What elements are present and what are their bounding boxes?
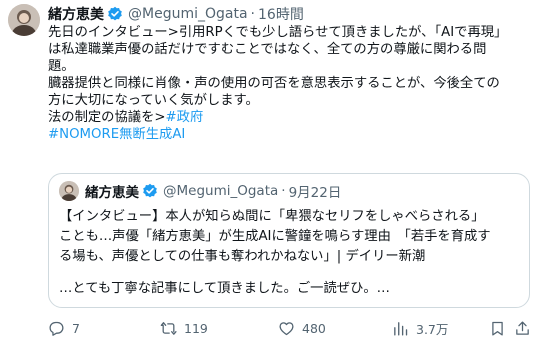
- tweet-header: 緒方恵美 @Megumi_Ogata · 16時間: [48, 3, 304, 25]
- retweet-count: 119: [184, 320, 208, 336]
- bookmark-icon: [492, 321, 503, 336]
- quoted-text-line: ことも…声優「緒方恵美」が生成AIに警鐘を鳴らす理由 「若手を育成す: [59, 229, 491, 244]
- reply-icon: [49, 321, 64, 336]
- tweet-text-line: 臓器提供と同様に肖像・声の使用の可否を意思表示することが、今後全ての: [48, 76, 500, 91]
- like-count: 480: [302, 320, 326, 336]
- quoted-text-line: 【インタビュー】本人が知らぬ間に「卑猥なセリフをしゃべらされる」: [59, 209, 485, 224]
- tweet-text-line: 題。: [48, 59, 75, 74]
- timestamp[interactable]: 16時間: [258, 4, 304, 24]
- reply-count: 7: [72, 320, 80, 336]
- bookmark-button[interactable]: [489, 318, 506, 338]
- quoted-text-line: る場も、声優としての仕事も奪われかねない」| デイリー新潮: [59, 249, 426, 264]
- retweet-icon: [160, 321, 177, 335]
- action-bar: 7 119 480 3.7万: [48, 318, 532, 338]
- share-button[interactable]: [514, 318, 531, 338]
- avatar[interactable]: [8, 4, 40, 36]
- like-button[interactable]: 480: [278, 318, 326, 338]
- quoted-author-handle: @Megumi_Ogata: [163, 183, 279, 199]
- reply-button[interactable]: 7: [48, 318, 80, 338]
- tweet-text-line: 法の制定の協議を>#政府: [48, 109, 532, 126]
- views-icon: [394, 321, 408, 336]
- avatar-image: [8, 4, 40, 36]
- quoted-tweet-text: 【インタビュー】本人が知らぬ間に「卑猥なセリフをしゃべらされる」 ことも…声優「…: [59, 207, 527, 299]
- views-button[interactable]: 3.7万: [392, 318, 448, 338]
- verified-badge-icon: [107, 6, 123, 22]
- retweet-button[interactable]: 119: [160, 318, 208, 338]
- share-icon: [516, 320, 529, 335]
- separator-dot: ·: [250, 6, 255, 22]
- view-count: 3.7万: [416, 321, 449, 337]
- separator-dot: ·: [281, 183, 286, 199]
- tweet-text-line: 方に大切になっていく気がします。: [48, 93, 259, 108]
- tweet-text-line: 先日のインタビュー>引用RPくでも少し語らせて頂きましたが、「AIで再現」: [48, 25, 508, 40]
- hashtag-link[interactable]: #NOMORE無断生成AI: [48, 126, 532, 143]
- quoted-date: 9月22日: [288, 185, 342, 201]
- like-icon: [279, 321, 294, 335]
- quoted-tweet-header: 緒方恵美 @Megumi_Ogata · 9月22日: [59, 181, 341, 201]
- tweet-card: 緒方恵美 @Megumi_Ogata · 16時間 先日のインタビュー>引用RP…: [0, 0, 538, 346]
- tweet-text-fragment: 法の制定の協議を>: [48, 110, 166, 125]
- quoted-tweet[interactable]: 緒方恵美 @Megumi_Ogata · 9月22日 【インタビュー】本人が知ら…: [48, 173, 530, 308]
- author-handle[interactable]: @Megumi_Ogata: [128, 6, 248, 22]
- author-name[interactable]: 緒方恵美: [48, 4, 104, 24]
- quoted-text-line: …とても丁寧な記事にして頂きました。ご一読ぜひ。…: [59, 281, 390, 296]
- quoted-avatar: [59, 181, 79, 201]
- verified-badge-icon: [142, 183, 158, 199]
- tweet-text: 先日のインタビュー>引用RPくでも少し語らせて頂きましたが、「AIで再現」 は私…: [48, 24, 532, 143]
- tweet-text-line: は私達職業声優の話だけですむことではなく、全ての方の尊厳に関わる問: [48, 42, 487, 57]
- hashtag-link[interactable]: #政府: [166, 110, 204, 125]
- quoted-author-name: 緒方恵美: [85, 185, 139, 201]
